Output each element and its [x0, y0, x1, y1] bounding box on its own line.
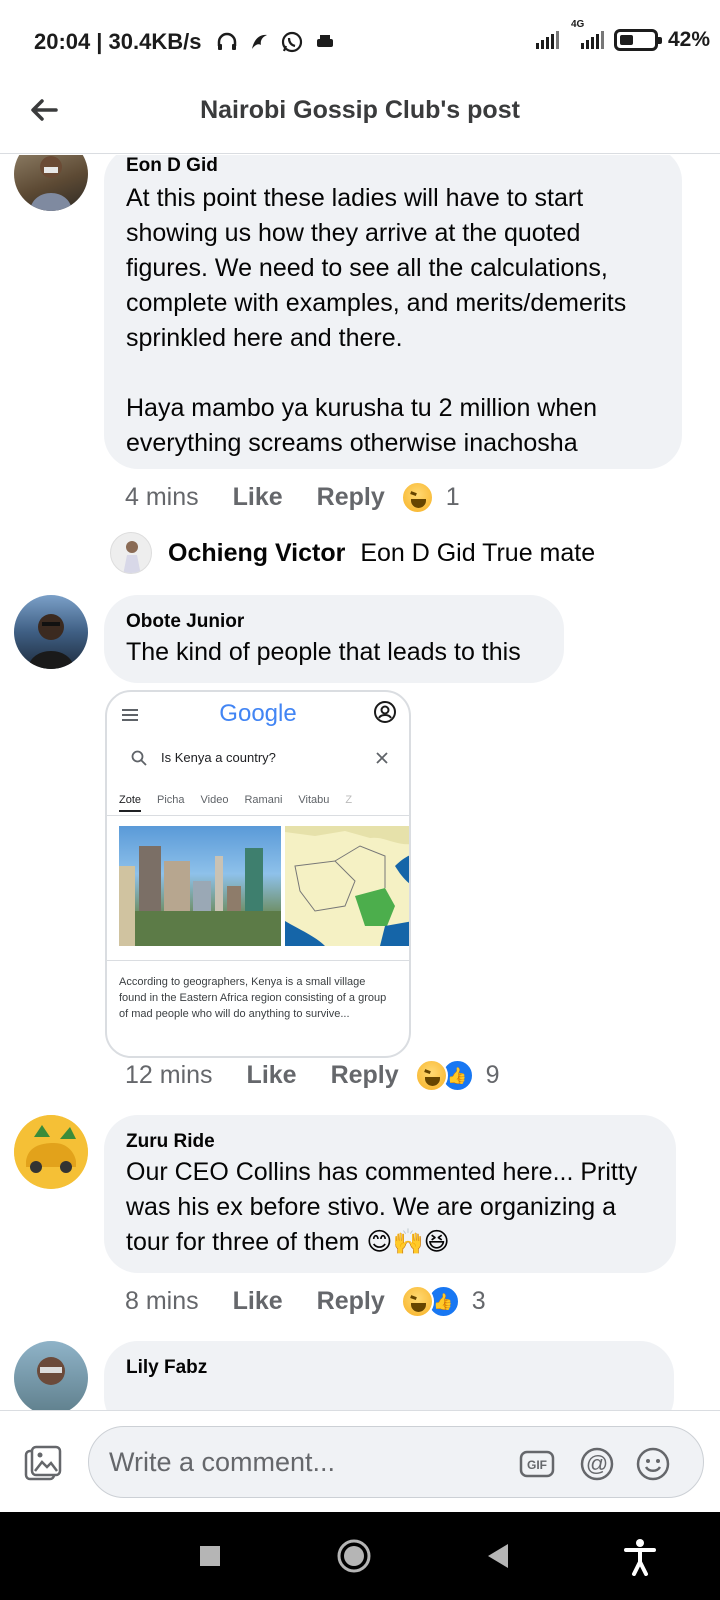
status-time: 20:04 — [34, 29, 91, 54]
like-button[interactable]: Like — [233, 483, 283, 512]
comment-bubble[interactable]: Obote Junior The kind of people that lea… — [104, 595, 564, 683]
headphones-icon — [217, 32, 236, 50]
tab-more: Z — [345, 794, 353, 806]
whatsapp-icon — [281, 31, 302, 53]
tab-vitabu: Vitabu — [298, 794, 330, 806]
comment-author[interactable]: Eon D Gid — [126, 155, 660, 177]
comment-time: 4 mins — [125, 483, 199, 511]
sms-icon — [316, 35, 333, 47]
reply-button[interactable]: Reply — [331, 1061, 399, 1090]
comment-author[interactable]: Obote Junior — [126, 611, 542, 633]
reactions[interactable]: 👍 — [400, 1285, 460, 1318]
notification-icons — [216, 30, 336, 54]
signal-4g-icon — [580, 31, 604, 49]
haha-reaction-icon — [400, 481, 434, 514]
comment-text: At this point these ladies will have to … — [126, 184, 627, 457]
home-button-icon[interactable] — [334, 1536, 374, 1576]
avatar[interactable] — [14, 1115, 88, 1189]
mention-icon[interactable]: @ — [579, 1446, 615, 1482]
comment-text: The kind of people that leads to this — [126, 638, 521, 666]
search-result-description: According to geographers, Kenya is a sma… — [119, 976, 387, 1020]
network-signal: 4G — [569, 19, 604, 49]
avatar[interactable] — [14, 595, 88, 669]
comment-author[interactable]: Zuru Ride — [126, 1131, 654, 1153]
reactions[interactable]: 👍 — [414, 1059, 474, 1092]
comment-text: Our CEO Collins has commented here... Pr… — [126, 1158, 645, 1256]
haha-reaction-icon — [414, 1059, 448, 1092]
google-tabs: Zote Picha Video Ramani Vitabu Z — [119, 794, 409, 812]
comment-actions: 12 mins Like Reply 👍 9 — [125, 1059, 500, 1092]
status-left: 20:04 | 30.4KB/s — [34, 29, 336, 55]
reaction-count: 1 — [445, 483, 460, 511]
city-skyline-image — [119, 826, 281, 946]
reply-avatar-image — [123, 541, 141, 573]
reply-author[interactable]: Ochieng Victor — [168, 539, 345, 567]
tab-picha: Picha — [157, 794, 185, 806]
reply-button[interactable]: Reply — [317, 1287, 385, 1316]
comment-author[interactable]: Lily Fabz — [126, 1357, 652, 1379]
page-title: Nairobi Gossip Club's post — [200, 96, 520, 124]
reaction-count: 3 — [471, 1287, 486, 1315]
comment-bubble[interactable]: Lily Fabz — [104, 1341, 674, 1410]
reaction-count: 9 — [485, 1061, 500, 1089]
tab-video: Video — [200, 794, 229, 806]
divider — [107, 815, 409, 816]
avatar[interactable] — [14, 1341, 88, 1410]
gif-icon[interactable]: GIF — [519, 1446, 555, 1482]
status-bar: 20:04 | 30.4KB/s 4G 42% — [0, 0, 720, 82]
reply-text: Eon D Gid True mate — [360, 539, 596, 567]
comment-bubble[interactable]: Eon D Gid At this point these ladies wil… — [104, 155, 682, 469]
comment-actions: 4 mins Like Reply 1 — [125, 481, 460, 514]
search-icon — [131, 750, 147, 766]
emoji-icon[interactable] — [635, 1446, 671, 1482]
back-button-icon[interactable] — [478, 1536, 518, 1576]
status-right: 4G 42% — [535, 19, 710, 52]
system-navigation-bar — [0, 1512, 720, 1600]
battery-level — [619, 35, 633, 45]
post-header: Nairobi Gossip Club's post — [0, 82, 720, 154]
google-logo: Google — [219, 700, 297, 727]
comment-input[interactable]: Write a comment... GIF @ — [88, 1426, 704, 1498]
africa-map-image — [285, 826, 409, 946]
svg-text:@: @ — [586, 1451, 608, 1476]
comment-time: 8 mins — [125, 1287, 199, 1315]
recents-button-icon[interactable] — [190, 1536, 230, 1576]
comments-list[interactable]: Eon D Gid At this point these ladies wil… — [0, 155, 720, 1410]
comment-input-placeholder: Write a comment... — [109, 1447, 336, 1477]
comment-composer: Write a comment... GIF @ — [0, 1410, 720, 1512]
search-query: Is Kenya a country? — [161, 750, 276, 765]
like-button[interactable]: Like — [247, 1061, 297, 1090]
avatar-image — [37, 1357, 65, 1385]
tab-zote: Zote — [119, 794, 142, 812]
haha-reaction-icon — [400, 1285, 434, 1318]
avatar-image — [30, 156, 72, 211]
signal-icon — [535, 31, 559, 49]
avatar-image — [14, 1115, 88, 1189]
comment-bubble[interactable]: Zuru Ride Our CEO Collins has commented … — [104, 1115, 676, 1273]
accessibility-icon[interactable] — [620, 1536, 660, 1576]
divider — [107, 960, 409, 961]
comment-time: 12 mins — [125, 1061, 213, 1089]
account-icon — [374, 701, 396, 723]
svg-text:GIF: GIF — [527, 1458, 547, 1472]
reply-avatar[interactable] — [110, 532, 152, 574]
reply-button[interactable]: Reply — [317, 483, 385, 512]
network-type: 4G — [570, 19, 585, 30]
comment-actions: 8 mins Like Reply 👍 3 — [125, 1285, 486, 1318]
status-speed: | 30.4KB/s — [96, 29, 202, 54]
reply-preview[interactable]: Ochieng Victor Eon D Gid True mate — [168, 539, 595, 568]
close-icon — [376, 752, 388, 764]
app-notification-icon — [251, 34, 267, 49]
reactions[interactable] — [400, 481, 434, 514]
avatar[interactable] — [14, 155, 88, 211]
like-button[interactable]: Like — [233, 1287, 283, 1316]
photo-icon[interactable] — [22, 1443, 64, 1485]
battery-icon — [613, 29, 662, 51]
battery-percent: 42% — [667, 28, 710, 51]
comment-image-attachment[interactable]: Google Is Kenya a country? Zote Picha Vi… — [105, 690, 411, 1058]
avatar-image — [28, 614, 74, 669]
google-topbar: Google — [107, 692, 409, 742]
tab-ramani: Ramani — [244, 794, 283, 806]
